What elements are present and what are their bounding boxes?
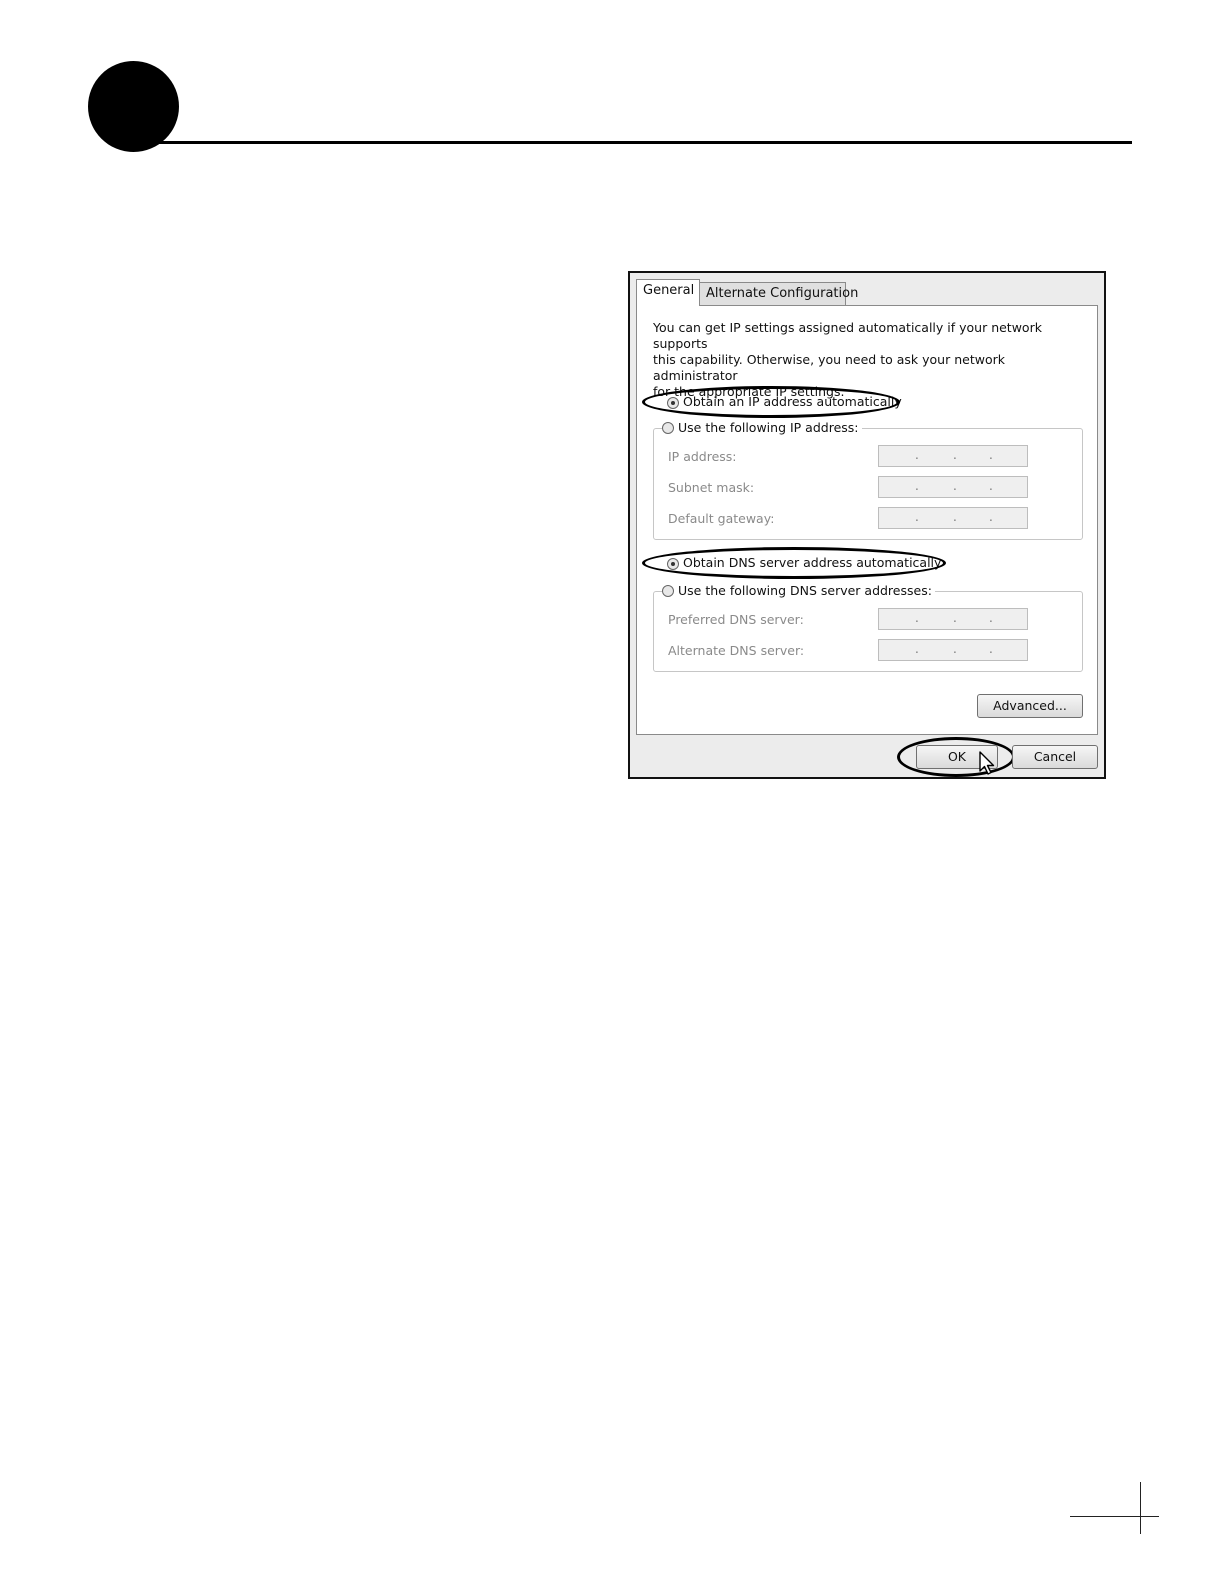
default-gateway-label: Default gateway: [668, 511, 775, 526]
crop-mark-vertical [1140, 1482, 1141, 1534]
header-rule [150, 141, 1132, 144]
tab-alternate-configuration[interactable]: Alternate Configuration [699, 282, 858, 306]
use-following-dns-legend: Use the following DNS server addresses: [662, 583, 935, 598]
advanced-button[interactable]: Advanced... [977, 694, 1083, 718]
ip-separator: . [915, 510, 919, 524]
ip-separator: . [953, 448, 957, 462]
dns-server-group: Use the following DNS server addresses: … [653, 583, 1083, 672]
ip-separator: . [915, 479, 919, 493]
ip-separator: . [915, 611, 919, 625]
tcpip-properties-dialog: General Alternate Configuration You can … [628, 271, 1106, 779]
obtain-dns-auto-radio[interactable] [667, 558, 679, 570]
use-following-dns-label[interactable]: Use the following DNS server addresses: [678, 583, 932, 598]
section-marker-circle [88, 61, 179, 152]
ip-separator: . [989, 611, 993, 625]
subnet-mask-label: Subnet mask: [668, 480, 755, 495]
ip-separator: . [953, 479, 957, 493]
use-following-ip-legend: Use the following IP address: [662, 420, 862, 435]
ip-address-group: Use the following IP address: IP address… [653, 420, 1083, 540]
ip-separator: . [989, 479, 993, 493]
ip-separator: . [953, 510, 957, 524]
alternate-dns-field[interactable]: . . . [878, 639, 1028, 661]
use-following-ip-label[interactable]: Use the following IP address: [678, 420, 859, 435]
ip-address-label: IP address: [668, 449, 737, 464]
general-panel: You can get IP settings assigned automat… [636, 305, 1098, 735]
ip-address-field[interactable]: . . . [878, 445, 1028, 467]
use-following-ip-radio[interactable] [662, 422, 674, 434]
alternate-dns-label: Alternate DNS server: [668, 643, 805, 658]
crop-mark-horizontal [1070, 1516, 1159, 1517]
mouse-pointer-icon [979, 751, 995, 775]
ip-separator: . [915, 642, 919, 656]
ip-separator: . [953, 642, 957, 656]
ip-separator: . [989, 448, 993, 462]
obtain-dns-auto-label[interactable]: Obtain DNS server address automatically [683, 555, 941, 570]
ip-separator: . [989, 510, 993, 524]
intro-line: this capability. Otherwise, you need to … [653, 352, 1005, 383]
ip-separator: . [915, 448, 919, 462]
preferred-dns-field[interactable]: . . . [878, 608, 1028, 630]
tab-general[interactable]: General [636, 279, 700, 306]
cancel-button[interactable]: Cancel [1012, 745, 1098, 769]
ip-separator: . [953, 611, 957, 625]
ip-separator: . [989, 642, 993, 656]
intro-text: You can get IP settings assigned automat… [653, 320, 1083, 400]
obtain-ip-auto-label[interactable]: Obtain an IP address automatically [683, 394, 902, 409]
obtain-ip-auto-radio[interactable] [667, 397, 679, 409]
preferred-dns-label: Preferred DNS server: [668, 612, 804, 627]
intro-line: You can get IP settings assigned automat… [653, 320, 1042, 351]
default-gateway-field[interactable]: . . . [878, 507, 1028, 529]
subnet-mask-field[interactable]: . . . [878, 476, 1028, 498]
use-following-dns-radio[interactable] [662, 585, 674, 597]
